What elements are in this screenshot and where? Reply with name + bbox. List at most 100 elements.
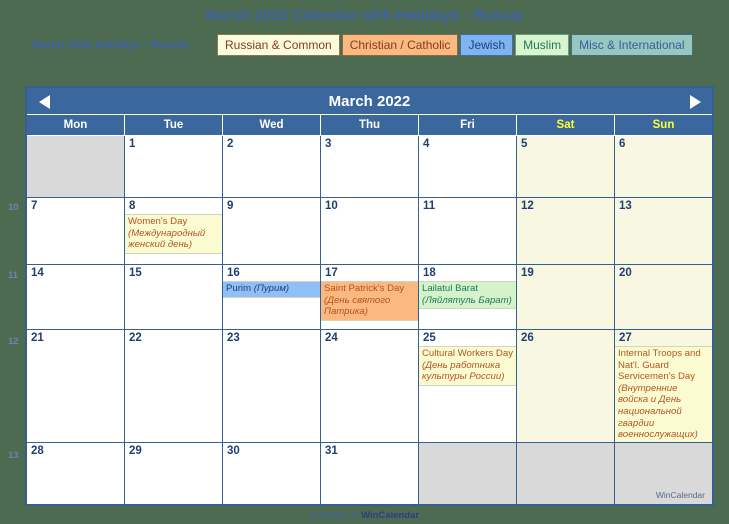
prev-month-button[interactable] bbox=[31, 88, 57, 115]
calendar-day-cell[interactable]: 18Lailatul Barat(Ляйлятуль Барат) bbox=[419, 265, 517, 329]
calendar-day-cell[interactable]: 31 bbox=[321, 443, 419, 504]
calendar-day-cell[interactable]: 23 bbox=[223, 330, 321, 442]
weekday-thu: Thu bbox=[321, 115, 419, 135]
day-number: 14 bbox=[27, 265, 124, 281]
calendar-cell-empty bbox=[419, 443, 517, 504]
calendar-day-cell[interactable]: 10 bbox=[321, 198, 419, 264]
calendar-week-row: 2122232425Cultural Workers Day(День рабо… bbox=[27, 329, 712, 442]
calendar-day-cell[interactable]: 27 Internal Troops and Nat'l. Guard Servi… bbox=[615, 330, 712, 442]
day-number: 1 bbox=[125, 136, 222, 152]
day-number: 17 bbox=[321, 265, 418, 281]
calendar-day-cell[interactable]: 14 bbox=[27, 265, 125, 329]
calendar-event[interactable]: Women's Day(Международный женский день) bbox=[125, 214, 222, 254]
calendar-day-cell[interactable]: 24 bbox=[321, 330, 419, 442]
month-title: March 2022 bbox=[329, 93, 411, 110]
watermark: WinCalendar bbox=[656, 490, 705, 500]
day-number: 15 bbox=[125, 265, 222, 281]
calendar-week-row: 28293031 bbox=[27, 442, 712, 504]
calendar-event[interactable]: Saint Patrick's Day(День святого Патрика… bbox=[321, 281, 418, 321]
day-number: 13 bbox=[615, 198, 712, 214]
calendar-event[interactable]: Internal Troops and Nat'l. Guard Service… bbox=[615, 346, 712, 442]
calendar-day-cell[interactable]: 20 bbox=[615, 265, 712, 329]
page-title: March 2022 Calendar with Holidays - Russ… bbox=[0, 0, 729, 24]
chevron-right-icon bbox=[690, 95, 701, 109]
day-number: 18 bbox=[419, 265, 516, 281]
event-name-ru: (Международный женский день) bbox=[128, 228, 219, 251]
calendar-day-cell[interactable]: 28 bbox=[27, 443, 125, 504]
calendar-day-cell[interactable]: 16Purim (Пурим) bbox=[223, 265, 321, 329]
event-name-ru: (Внутренние войска и День национальной г… bbox=[618, 383, 709, 441]
calendar-day-cell[interactable]: 3 bbox=[321, 136, 419, 197]
weekday-wed: Wed bbox=[223, 115, 321, 135]
calendar-day-cell[interactable]: 9 bbox=[223, 198, 321, 264]
next-month-button[interactable] bbox=[682, 88, 708, 115]
calendar-day-cell[interactable]: 25Cultural Workers Day(День работника ку… bbox=[419, 330, 517, 442]
day-number: 6 bbox=[615, 136, 712, 152]
calendar-day-cell[interactable]: 11 bbox=[419, 198, 517, 264]
day-number: 11 bbox=[419, 198, 516, 214]
event-name-ru: (День святого Патрика) bbox=[324, 295, 415, 318]
day-events: Saint Patrick's Day(День святого Патрика… bbox=[321, 281, 418, 321]
calendar-day-cell[interactable]: 17Saint Patrick's Day(День святого Патри… bbox=[321, 265, 419, 329]
chevron-left-icon bbox=[39, 95, 50, 109]
legend-chip-christian-catholic[interactable]: Christian / Catholic bbox=[342, 34, 459, 56]
calendar-day-cell[interactable]: 2 bbox=[223, 136, 321, 197]
day-number: 19 bbox=[517, 265, 614, 281]
day-number: 5 bbox=[517, 136, 614, 152]
calendar-event[interactable]: Cultural Workers Day(День работника куль… bbox=[419, 346, 516, 386]
calendar-day-cell[interactable]: 8Women's Day(Международный женский день) bbox=[125, 198, 223, 264]
event-name-en: Women's Day bbox=[128, 216, 219, 228]
event-name-en: Purim bbox=[226, 283, 254, 294]
day-number: 2 bbox=[223, 136, 320, 152]
calendar-day-cell[interactable]: 26 bbox=[517, 330, 615, 442]
calendar-day-cell[interactable]: 13 bbox=[615, 198, 712, 264]
day-events: Cultural Workers Day(День работника куль… bbox=[419, 346, 516, 386]
calendar-event[interactable]: Purim (Пурим) bbox=[223, 281, 320, 298]
calendar-day-cell[interactable]: 7 bbox=[27, 198, 125, 264]
legend-chip-group: Russian & Common Christian / Catholic Je… bbox=[217, 34, 695, 56]
weekday-tue: Tue bbox=[125, 115, 223, 135]
event-name-en: Internal Troops and Nat'l. Guard Service… bbox=[618, 348, 709, 383]
calendar: March 2022 Mon Tue Wed Thu Fri Sat Sun 1… bbox=[25, 86, 714, 506]
legend-chip-misc-international[interactable]: Misc & International bbox=[571, 34, 692, 56]
calendar-day-cell[interactable]: 22 bbox=[125, 330, 223, 442]
day-number: 24 bbox=[321, 330, 418, 346]
day-number: 8 bbox=[125, 198, 222, 214]
event-name-en: Lailatul Barat bbox=[422, 283, 513, 295]
calendar-day-cell[interactable]: 1 bbox=[125, 136, 223, 197]
calendar-day-cell[interactable]: 19 bbox=[517, 265, 615, 329]
calendar-day-cell[interactable]: 12 bbox=[517, 198, 615, 264]
calendar-day-cell[interactable]: 21 bbox=[27, 330, 125, 442]
calendar-day-cell[interactable]: 30 bbox=[223, 443, 321, 504]
calendar-day-cell[interactable]: 29 bbox=[125, 443, 223, 504]
day-events: Internal Troops and Nat'l. Guard Service… bbox=[615, 346, 712, 442]
calendar-event[interactable]: Lailatul Barat(Ляйлятуль Барат) bbox=[419, 281, 516, 309]
day-number: 31 bbox=[321, 443, 418, 459]
calendar-day-cell[interactable]: 5 bbox=[517, 136, 615, 197]
calendar-cell-empty bbox=[27, 136, 125, 197]
day-number: 16 bbox=[223, 265, 320, 281]
month-header: March 2022 bbox=[27, 88, 712, 115]
week-number: 11 bbox=[8, 270, 18, 281]
day-number: 30 bbox=[223, 443, 320, 459]
day-events: Lailatul Barat(Ляйлятуль Барат) bbox=[419, 281, 516, 309]
week-number: 10 bbox=[8, 202, 19, 213]
day-number: 10 bbox=[321, 198, 418, 214]
footer-brand-link[interactable]: WinCalendar bbox=[361, 510, 419, 521]
calendar-day-cell[interactable]: 6 bbox=[615, 136, 712, 197]
calendar-day-cell[interactable]: 15 bbox=[125, 265, 223, 329]
legend-chip-russian-common[interactable]: Russian & Common bbox=[217, 34, 340, 56]
calendar-grid: 12345678Women's Day(Международный женски… bbox=[27, 135, 712, 504]
event-name-en: Saint Patrick's Day bbox=[324, 283, 415, 295]
calendar-day-cell[interactable]: 4 bbox=[419, 136, 517, 197]
day-number: 3 bbox=[321, 136, 418, 152]
day-number: 7 bbox=[27, 198, 124, 214]
legend-chip-muslim[interactable]: Muslim bbox=[515, 34, 569, 56]
weekday-header-row: Mon Tue Wed Thu Fri Sat Sun bbox=[27, 115, 712, 135]
day-number: 27 bbox=[615, 330, 712, 346]
day-events: Purim (Пурим) bbox=[223, 281, 320, 298]
day-number: 20 bbox=[615, 265, 712, 281]
day-number: 28 bbox=[27, 443, 124, 459]
day-events: Women's Day(Международный женский день) bbox=[125, 214, 222, 254]
legend-chip-jewish[interactable]: Jewish bbox=[460, 34, 513, 56]
